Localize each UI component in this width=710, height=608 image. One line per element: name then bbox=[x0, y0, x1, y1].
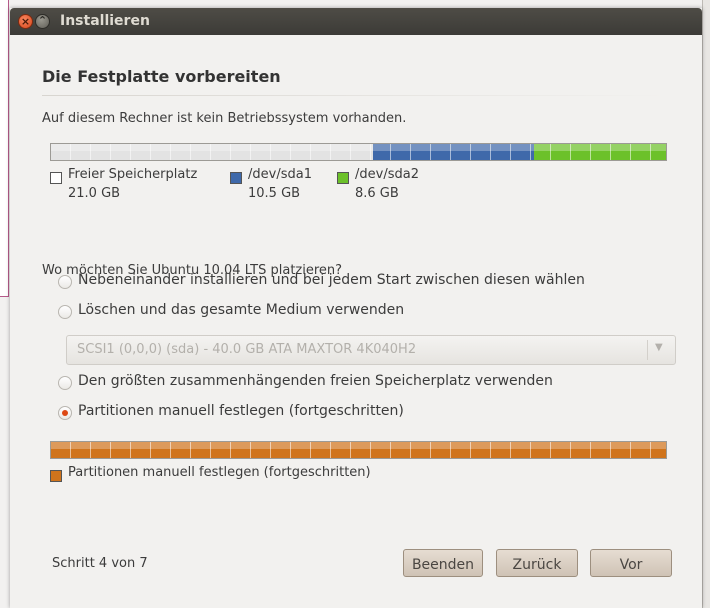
quit-button[interactable]: Beenden bbox=[403, 549, 483, 577]
window-title: Installieren bbox=[60, 13, 150, 29]
option-manual-label[interactable]: Partitionen manuell festlegen (fortgesch… bbox=[78, 403, 404, 419]
forward-button[interactable]: Vor bbox=[590, 549, 672, 577]
legend-label-sda2: /dev/sda2 bbox=[355, 167, 419, 182]
legend-swatch-sda2 bbox=[337, 172, 349, 184]
title-divider bbox=[42, 95, 666, 96]
radio-erase-disk[interactable] bbox=[58, 305, 72, 319]
legend-swatch-sda1 bbox=[230, 172, 242, 184]
status-message: Auf diesem Rechner ist kein Betriebssyst… bbox=[42, 111, 407, 126]
legend-label-manual: Partitionen manuell festlegen (fortgesch… bbox=[68, 465, 371, 480]
installer-window: × ⌃ Installieren Die Festplatte vorberei… bbox=[10, 8, 702, 608]
legend-size-sda2: 8.6 GB bbox=[355, 186, 399, 201]
radio-manual[interactable] bbox=[58, 406, 72, 420]
legend-size-sda1: 10.5 GB bbox=[248, 186, 301, 201]
bar-ticks bbox=[51, 144, 666, 160]
disk-select-value: SCSI1 (0,0,0) (sda) - 40.0 GB ATA MAXTOR… bbox=[77, 342, 417, 357]
bar-ticks bbox=[51, 442, 666, 458]
radio-largest-free[interactable] bbox=[58, 376, 72, 390]
back-button[interactable]: Zurück bbox=[496, 549, 578, 577]
option-side-by-side-label[interactable]: Nebeneinander installieren und bei jedem… bbox=[78, 272, 585, 288]
disk-usage-bar bbox=[50, 143, 667, 161]
legend-swatch-free bbox=[50, 172, 62, 184]
chevron-down-icon[interactable]: ▼ bbox=[655, 342, 663, 353]
close-icon[interactable]: × bbox=[18, 14, 33, 29]
legend-label-free: Freier Speicherplatz bbox=[68, 167, 198, 182]
disk-select-divider bbox=[647, 340, 648, 360]
legend-swatch-manual bbox=[50, 470, 62, 482]
legend-label-sda1: /dev/sda1 bbox=[248, 167, 312, 182]
radio-side-by-side[interactable] bbox=[58, 275, 72, 289]
option-largest-free-label[interactable]: Den größten zusammenhängenden freien Spe… bbox=[78, 373, 553, 389]
titlebar: × ⌃ Installieren bbox=[10, 8, 702, 35]
minimize-icon[interactable]: ⌃ bbox=[35, 14, 50, 29]
option-erase-disk-label[interactable]: Löschen und das gesamte Medium verwenden bbox=[78, 302, 404, 318]
manual-partition-bar bbox=[50, 441, 667, 459]
content-area: Die Festplatte vorbereiten Auf diesem Re… bbox=[10, 35, 702, 608]
background-panel bbox=[702, 0, 710, 608]
page-title: Die Festplatte vorbereiten bbox=[42, 67, 281, 86]
background-window bbox=[0, 0, 9, 297]
step-indicator: Schritt 4 von 7 bbox=[52, 556, 148, 571]
disk-select[interactable]: SCSI1 (0,0,0) (sda) - 40.0 GB ATA MAXTOR… bbox=[66, 335, 676, 365]
legend-size-free: 21.0 GB bbox=[68, 186, 121, 201]
